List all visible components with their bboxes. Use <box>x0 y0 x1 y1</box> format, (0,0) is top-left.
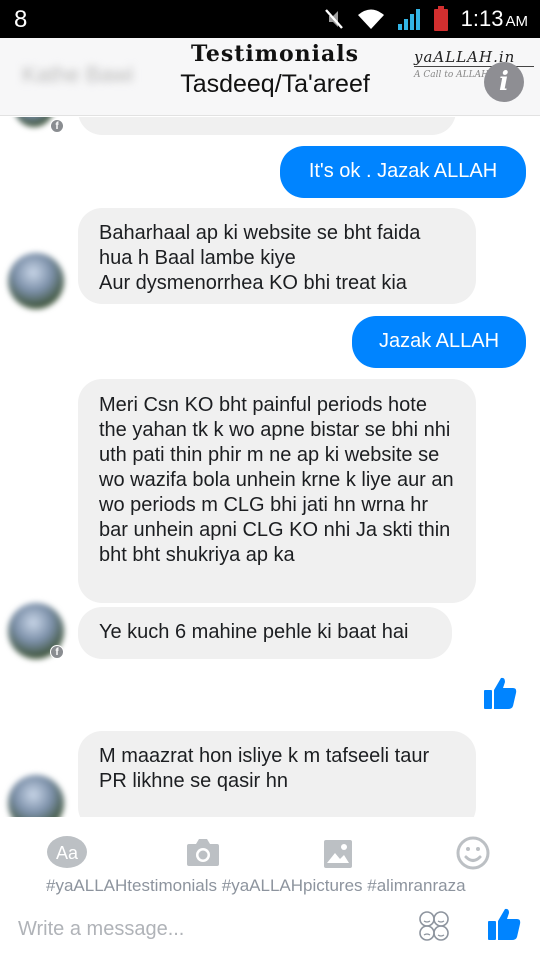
conversation-header: Kathe Bawi Testimonials Tasdeeq/Ta'areef… <box>0 38 540 116</box>
contact-avatar[interactable] <box>14 117 54 127</box>
contact-name[interactable]: Kathe Bawi <box>22 62 133 88</box>
status-bar: 8 1:13 AM <box>0 0 540 38</box>
clock: 1:13 AM <box>461 6 528 32</box>
info-button[interactable]: i <box>484 62 524 102</box>
message-bubble-outgoing[interactable]: It's ok . Jazak ALLAH <box>280 146 526 198</box>
like-button[interactable] <box>486 906 522 942</box>
message-bubble-incoming[interactable]: Baharhaal ap ki website se bht faida hua… <box>78 208 476 304</box>
clock-ampm: AM <box>505 13 529 30</box>
message-bubble-incoming[interactable]: M maazrat hon isliye k m tafseeli taur P… <box>78 731 476 817</box>
message-list[interactable]: f It's ok . Jazak ALLAH Baharhaal ap ki … <box>0 117 540 817</box>
camera-icon[interactable] <box>181 832 225 876</box>
wifi-icon <box>357 9 384 29</box>
brand-logo: yaALLAH.in <box>414 48 534 67</box>
mute-icon <box>324 9 343 29</box>
composer-icon-row: Aa <box>0 832 540 882</box>
contact-avatar[interactable] <box>8 253 64 309</box>
status-icons: 1:13 AM <box>323 4 528 34</box>
battery-icon <box>433 6 448 31</box>
svg-text:Aa: Aa <box>56 843 79 863</box>
title-overlay: Testimonials Tasdeeq/Ta'areef <box>150 40 400 100</box>
messenger-badge-icon: f <box>50 119 64 133</box>
stickers-icon[interactable] <box>418 910 450 942</box>
page-title: Testimonials <box>190 41 360 67</box>
gallery-icon[interactable] <box>316 832 360 876</box>
message-bubble-outgoing[interactable]: Jazak ALLAH <box>352 316 526 368</box>
emoji-icon[interactable] <box>451 832 495 876</box>
composer-toolbar: Aa #yaALLAHtestimonials #yaALLAHpictures… <box>0 818 540 960</box>
message-bubble-incoming[interactable]: Ye kuch 6 mahine pehle ki baat hai <box>78 607 452 659</box>
like-thumbs-up-icon <box>484 677 517 709</box>
notification-8-icon: 8 <box>14 6 28 33</box>
page-subtitle: Tasdeeq/Ta'areef <box>180 70 370 98</box>
contact-avatar[interactable] <box>8 775 64 817</box>
clock-time: 1:13 <box>460 6 504 31</box>
messenger-badge-icon: f <box>50 645 64 659</box>
message-bubble-incoming[interactable]: Meri Csn KO bht painful periods hote the… <box>78 379 476 603</box>
message-input[interactable] <box>18 914 398 944</box>
hashtag-caption: #yaALLAHtestimonials #yaALLAHpictures #a… <box>46 876 466 895</box>
text-aa-icon[interactable]: Aa <box>46 832 90 876</box>
message-bubble-partial <box>78 117 456 135</box>
signal-icon <box>397 9 420 30</box>
